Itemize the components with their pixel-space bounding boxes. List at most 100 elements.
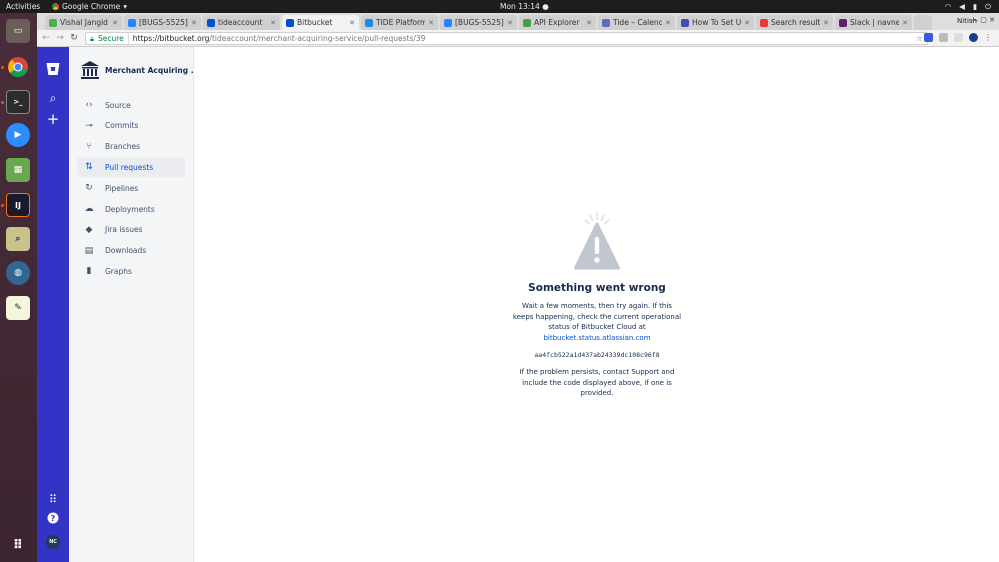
- chrome-dock-icon[interactable]: [6, 55, 30, 79]
- sidebar-item-label: Deployments: [105, 204, 155, 214]
- user-avatar[interactable]: NC: [46, 535, 60, 549]
- terminal-icon[interactable]: >_: [6, 90, 30, 114]
- app-switcher-icon[interactable]: ⠿: [44, 491, 62, 509]
- extension-icon[interactable]: [939, 33, 948, 42]
- activities-button[interactable]: Activities: [6, 0, 40, 13]
- browser-tab[interactable]: Vishal Jangid ✕: [45, 15, 122, 30]
- tab-close-icon[interactable]: ✕: [586, 19, 592, 27]
- system-top-bar: Activities Google Chrome ▾ Mon 13:14 ● ◠…: [0, 0, 999, 13]
- sidebar-item-downloads[interactable]: ▤ Downloads: [77, 241, 185, 261]
- tab-close-icon[interactable]: ✕: [270, 19, 276, 27]
- app-dock: ▭ >_ ▶ ▦ IJ ⌕ ◍ ✎ ⠿: [0, 13, 37, 562]
- browser-tab[interactable]: TIDE Platform ✕: [361, 15, 438, 30]
- help-icon[interactable]: ?: [44, 511, 62, 529]
- intellij-icon[interactable]: IJ: [6, 193, 30, 217]
- app-menu[interactable]: Google Chrome ▾: [52, 0, 127, 13]
- reload-icon[interactable]: ↻: [68, 32, 80, 44]
- browser-tab[interactable]: API Explorer ✕: [519, 15, 596, 30]
- spreadsheet-icon[interactable]: ▦: [6, 158, 30, 182]
- app-menu-label: Google Chrome: [62, 2, 121, 11]
- tab-favicon-icon: [207, 18, 215, 27]
- notification-dot-icon: ●: [542, 2, 549, 11]
- browser-tab[interactable]: Bitbucket ✕: [282, 15, 359, 30]
- app-grid-icon[interactable]: ⠿: [6, 533, 30, 557]
- tab-close-icon[interactable]: ✕: [112, 19, 118, 27]
- browser-toolbar: ← → ↻ 🔒︎ Secure https://bitbucket.org/ti…: [37, 30, 999, 47]
- screen: Activities Google Chrome ▾ Mon 13:14 ● ◠…: [0, 0, 999, 562]
- zoom-icon[interactable]: ▶: [6, 123, 30, 147]
- browser-tab[interactable]: tideaccount ✕: [203, 15, 280, 30]
- running-indicator: [1, 204, 4, 207]
- tab-title: tideaccount: [218, 18, 263, 27]
- sidebar-item-deployments[interactable]: ☁ Deployments: [77, 199, 185, 219]
- sidebar-item-pipelines[interactable]: ↻ Pipelines: [77, 178, 185, 198]
- tab-close-icon[interactable]: ✕: [191, 19, 197, 27]
- tab-close-icon[interactable]: ✕: [823, 19, 829, 27]
- tab-favicon-icon: [523, 18, 531, 27]
- postgres-icon[interactable]: ◍: [6, 261, 30, 285]
- profile-avatar-icon[interactable]: [969, 33, 978, 42]
- image-viewer-icon[interactable]: ⌕: [6, 227, 30, 251]
- tab-close-icon[interactable]: ✕: [744, 19, 750, 27]
- address-bar[interactable]: 🔒︎ Secure https://bitbucket.org/tideacco…: [85, 32, 928, 45]
- tab-close-icon[interactable]: ✕: [507, 19, 513, 27]
- forward-icon[interactable]: →: [54, 32, 66, 44]
- browser-tab[interactable]: Tide – Calend ✕: [598, 15, 675, 30]
- tab-close-icon[interactable]: ✕: [902, 19, 908, 27]
- repo-name: Merchant Acquiring ...: [105, 65, 200, 75]
- tab-title: Bitbucket: [297, 18, 333, 27]
- status-page-link[interactable]: bitbucket.status.atlassian.com: [512, 333, 682, 344]
- files-icon[interactable]: ▭: [6, 19, 30, 43]
- clock-label: Mon 13:14: [500, 2, 540, 11]
- clock[interactable]: Mon 13:14 ●: [500, 0, 549, 13]
- sidebar-item-branches[interactable]: ⑂ Branches: [77, 137, 185, 157]
- repo-header[interactable]: Merchant Acquiring ...: [80, 60, 199, 80]
- extension-icon[interactable]: [954, 33, 963, 42]
- browser-tab[interactable]: [BUGS-5525] ✕: [440, 15, 517, 30]
- error-message: Wait a few moments, then try again. If t…: [512, 301, 682, 343]
- tab-title: Vishal Jangid: [60, 18, 108, 27]
- tab-close-icon[interactable]: ✕: [349, 19, 355, 27]
- pipelines-icon: ↻: [85, 183, 93, 194]
- deployments-icon: ☁: [84, 204, 94, 214]
- sidebar-item-label: Graphs: [105, 266, 132, 276]
- wifi-icon: ◠: [944, 2, 952, 11]
- branch-icon: ⑂: [86, 141, 92, 152]
- tab-close-icon[interactable]: ✕: [428, 19, 434, 27]
- sidebar-item-jira-issues[interactable]: ◆ Jira issues: [77, 220, 185, 240]
- create-plus-icon[interactable]: +: [44, 110, 62, 128]
- browser-tab[interactable]: Slack | navne ✕: [835, 15, 912, 30]
- browser-tab[interactable]: [BUGS-5525] ✕: [124, 15, 201, 30]
- sidebar-item-graphs[interactable]: ▮ Graphs: [77, 261, 185, 281]
- tab-favicon-icon: [49, 18, 57, 27]
- bookmark-star-icon[interactable]: ☆: [916, 33, 923, 44]
- error-title: Something went wrong: [528, 282, 666, 294]
- sidebar-item-source[interactable]: ‹› Source: [77, 95, 185, 115]
- secure-label: Secure: [98, 33, 129, 44]
- lock-icon: 🔒︎: [90, 34, 94, 43]
- system-tray[interactable]: ◠ ◀ ▮ ⏻: [945, 0, 991, 13]
- new-tab-button[interactable]: [914, 15, 932, 30]
- browser-tab[interactable]: Search result ✕: [756, 15, 833, 30]
- extension-icon[interactable]: [924, 33, 933, 42]
- tab-close-icon[interactable]: ✕: [665, 19, 671, 27]
- browser-tab[interactable]: How To Set U ✕: [677, 15, 754, 30]
- url-host: https://bitbucket.org: [132, 34, 210, 43]
- extension-icons: ⋮: [924, 33, 993, 42]
- sidebar-item-commits[interactable]: ⊸ Commits: [77, 116, 185, 136]
- tab-title: [BUGS-5525]: [455, 18, 504, 27]
- sidebar-item-label: Branches: [105, 142, 140, 152]
- tab-title: [BUGS-5525]: [139, 18, 188, 27]
- tab-favicon-icon: [286, 18, 294, 27]
- search-icon[interactable]: ⌕: [44, 89, 62, 107]
- tab-favicon-icon: [365, 18, 373, 27]
- battery-icon: ▮: [972, 2, 978, 11]
- menu-kebab-icon[interactable]: ⋮: [984, 33, 993, 42]
- sidebar-item-pull-requests[interactable]: ⇅ Pull requests: [77, 157, 185, 178]
- back-icon[interactable]: ←: [40, 32, 52, 44]
- window-controls[interactable]: — ▢ ✕: [971, 16, 995, 24]
- text-editor-icon[interactable]: ✎: [6, 296, 30, 320]
- bitbucket-logo-icon[interactable]: [44, 61, 62, 79]
- tab-title: How To Set U: [692, 18, 742, 27]
- code-icon: ‹›: [85, 100, 93, 110]
